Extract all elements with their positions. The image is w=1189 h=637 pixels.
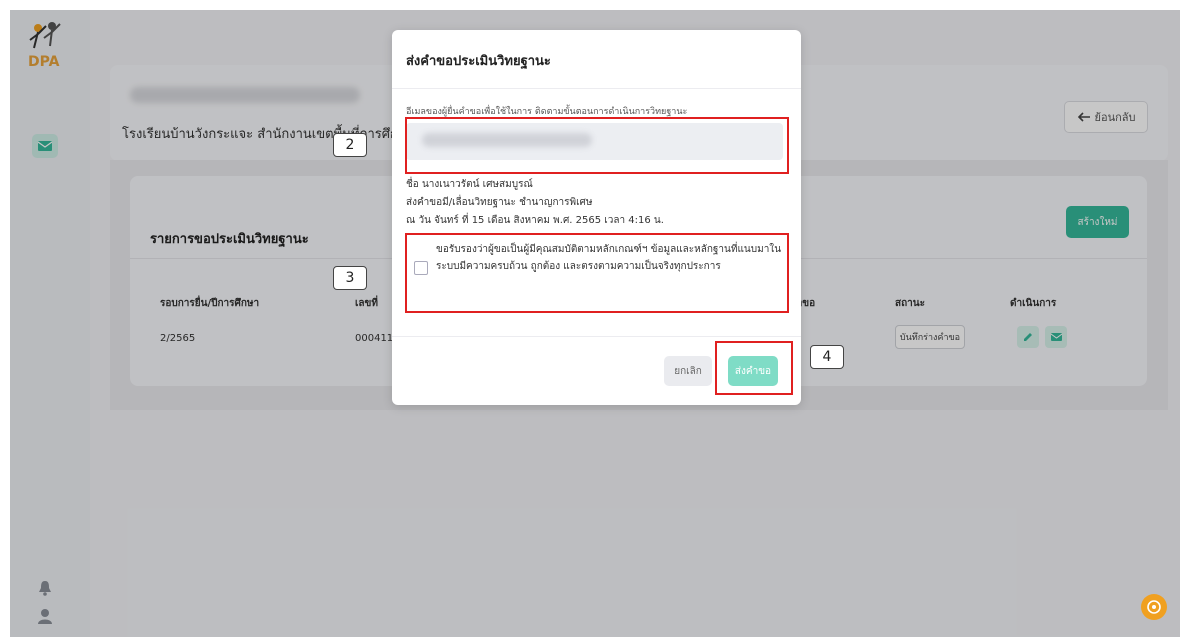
divider bbox=[392, 336, 801, 337]
divider bbox=[392, 88, 801, 89]
highlight-email-box bbox=[405, 117, 789, 174]
applicant-name: ชื่อ นางเนาวรัตน์ เศษสมบูรณ์ bbox=[406, 179, 533, 190]
dialog-title: ส่งคำขอประเมินวิทยฐานะ bbox=[406, 54, 551, 69]
request-type: ส่งคำขอมี/เลื่อนวิทยฐานะ ชำนาญการพิเศษ bbox=[406, 197, 593, 208]
email-label: อีเมลของผู้ยื่นคำขอเพื่อใช้ในการ ติดตามข… bbox=[406, 107, 688, 117]
callout-4: 4 bbox=[810, 345, 844, 369]
highlight-submit-box bbox=[715, 341, 793, 395]
callout-3: 3 bbox=[333, 266, 367, 290]
cancel-button[interactable]: ยกเลิก bbox=[664, 356, 712, 386]
callout-2: 2 bbox=[333, 133, 367, 157]
help-button[interactable] bbox=[1141, 594, 1167, 620]
request-date: ณ วัน จันทร์ ที่ 15 เดือน สิงหาคม พ.ศ. 2… bbox=[406, 215, 664, 226]
highlight-certify-box bbox=[405, 233, 789, 313]
help-icon bbox=[1147, 600, 1161, 614]
